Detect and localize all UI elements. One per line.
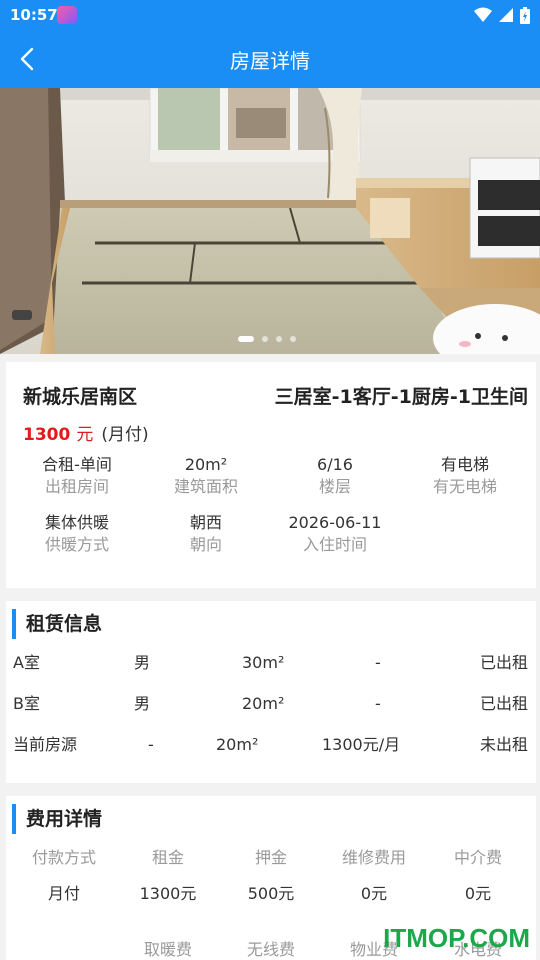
attribute-label: 有无电梯 [432, 477, 497, 496]
room-gender: 男 [134, 694, 151, 713]
status-bar: 10:57 [0, 0, 540, 30]
attribute-label: 入住时间 [302, 535, 367, 554]
attribute-label: 出租房间 [44, 477, 109, 496]
rent-price: 1300 [23, 425, 71, 445]
attribute-value: 集体供暖 [44, 513, 109, 532]
room-price: - [375, 653, 381, 672]
room-photo-carousel[interactable] [0, 88, 540, 354]
watermark: ITMOP.COM [383, 923, 530, 953]
room-status: 已出租 [479, 653, 528, 672]
wifi-icon [474, 7, 492, 22]
fee-header: 付款方式 [31, 848, 96, 867]
rental-info-card: 租赁信息 A室 男 30m² - 已出租 B室 男 20m² - 已出租 当前房… [6, 601, 536, 783]
room-price: 1300元/月 [322, 735, 401, 754]
attribute-label: 朝向 [189, 535, 222, 554]
attribute-label: 楼层 [318, 477, 351, 496]
attribute-rental-room: 合租-单间 出租房间 [7, 454, 147, 498]
payment-type: (月付) [101, 425, 149, 445]
attribute-move-in-date: 2026-06-11 入住时间 [265, 512, 405, 556]
fee-header: 租金 [151, 848, 184, 867]
room-gender: 男 [134, 653, 151, 672]
room-area: 30m² [242, 653, 285, 672]
attribute-label: 供暖方式 [44, 535, 109, 554]
fee-header: 取暖费 [143, 940, 192, 959]
room-name: 当前房源 [13, 735, 78, 754]
fee-value: 0元 [360, 884, 388, 903]
room-name: A室 [13, 653, 40, 672]
attribute-value: 20m² [184, 455, 228, 474]
attribute-value: 2026-06-11 [288, 513, 382, 532]
attribute-heating: 集体供暖 供暖方式 [7, 512, 147, 556]
system-icons [474, 6, 530, 24]
fee-header: 无线费 [246, 940, 295, 959]
house-summary-card: 新城乐居南区 三居室-1客厅-1厨房-1卫生间 1300 元 (月付) 合租-单间 … [6, 362, 536, 588]
room-price: - [375, 694, 381, 713]
section-title: 租赁信息 [12, 609, 102, 639]
room-gender: - [148, 735, 154, 754]
carousel-dot[interactable] [238, 336, 254, 342]
attribute-value: 朝西 [189, 513, 222, 532]
status-time: 10:57 [10, 6, 58, 24]
fee-header: 中介费 [453, 848, 502, 867]
signal-icon [499, 8, 513, 22]
attribute-floor: 6/16 楼层 [265, 454, 405, 498]
room-name: B室 [13, 694, 40, 713]
carousel-indicator [238, 336, 296, 342]
carousel-dot[interactable] [276, 336, 282, 342]
estate-name: 新城乐居南区 [23, 386, 138, 408]
attribute-elevator: 有电梯 有无电梯 [395, 454, 535, 498]
carousel-dot[interactable] [262, 336, 268, 342]
fee-value: 0元 [464, 884, 492, 903]
house-layout: 三居室-1客厅-1厨房-1卫生间 [274, 386, 528, 408]
fee-value: 500元 [247, 884, 295, 903]
room-area: 20m² [242, 694, 285, 713]
fee-value: 月付 [47, 884, 80, 903]
attribute-value: 6/16 [317, 455, 353, 474]
room-status: 已出租 [479, 694, 528, 713]
attribute-label: 建筑面积 [173, 477, 238, 496]
attribute-orientation: 朝西 朝向 [136, 512, 276, 556]
battery-icon [520, 6, 530, 24]
fee-header: 维修费用 [341, 848, 406, 867]
attribute-floor-area: 20m² 建筑面积 [136, 454, 276, 498]
price-row: 1300 元 (月付) [23, 420, 149, 445]
app-bar: 房屋详情 [0, 30, 540, 88]
section-title: 费用详情 [12, 804, 102, 834]
room-area: 20m² [216, 735, 259, 754]
room-photo [0, 88, 540, 354]
attribute-value: 有电梯 [440, 455, 489, 474]
price-unit: 元 [76, 425, 94, 445]
attribute-value: 合租-单间 [42, 455, 112, 474]
fee-value: 1300元 [139, 884, 197, 903]
notification-app-icon [57, 6, 77, 24]
fee-header: 押金 [254, 848, 287, 867]
page-title: 房屋详情 [230, 49, 310, 73]
carousel-dot[interactable] [290, 336, 296, 342]
room-status: 未出租 [479, 735, 528, 754]
